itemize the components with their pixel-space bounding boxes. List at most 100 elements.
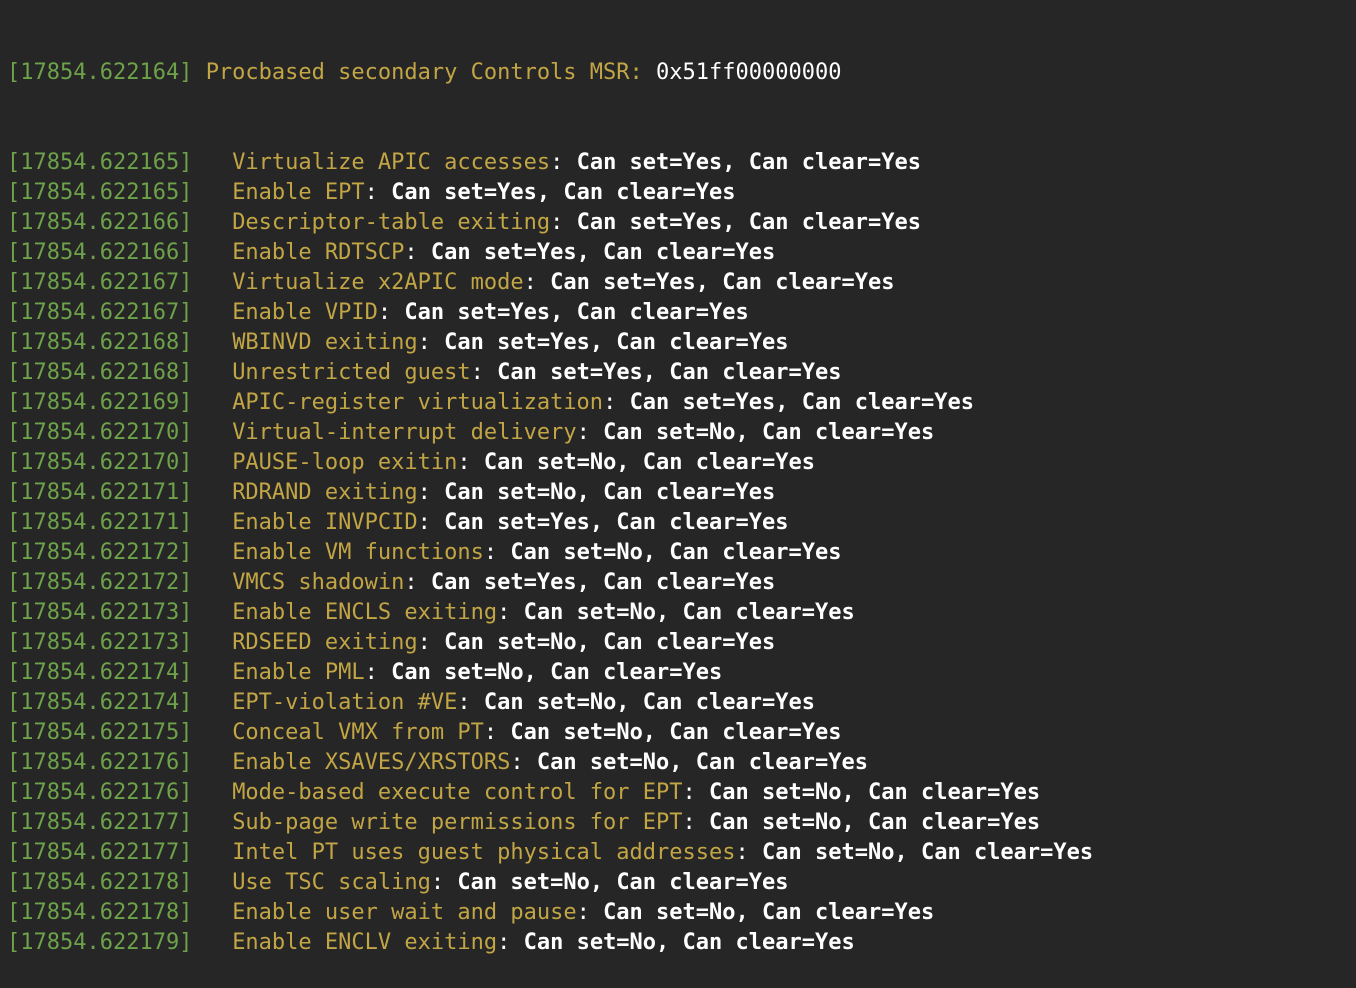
log-timestamp: [17854.622175]: [7, 720, 193, 745]
control-capabilities: Can set=No, Can clear=Yes: [536, 750, 868, 775]
log-line: [17854.622178] Enable user wait and paus…: [7, 898, 1347, 928]
control-capabilities: Can set=No, Can clear=Yes: [391, 660, 723, 685]
control-name: Enable XSAVES/XRSTORS: [232, 750, 511, 775]
control-capabilities: Can set=No, Can clear=Yes: [523, 930, 855, 955]
separator: :: [550, 150, 577, 175]
control-capabilities: Can set=Yes, Can clear=Yes: [391, 180, 736, 205]
log-line: [17854.622170] PAUSE-loop exitin: Can se…: [7, 448, 1347, 478]
control-name: Intel PT uses guest physical addresses: [232, 840, 736, 865]
separator: :: [497, 930, 524, 955]
separator: :: [404, 570, 431, 595]
control-capabilities: Can set=Yes, Can clear=Yes: [576, 150, 921, 175]
log-line: [17854.622173] RDSEED exiting: Can set=N…: [7, 628, 1347, 658]
control-capabilities: Can set=No, Can clear=Yes: [709, 810, 1041, 835]
separator: :: [404, 240, 431, 265]
log-line: [17854.622176] Mode-based execute contro…: [7, 778, 1347, 808]
control-name: Use TSC scaling: [232, 870, 431, 895]
separator: :: [457, 690, 484, 715]
log-line: [17854.622176] Enable XSAVES/XRSTORS: Ca…: [7, 748, 1347, 778]
log-timestamp: [17854.622166]: [7, 240, 193, 265]
separator: :: [377, 300, 405, 325]
log-line: [17854.622177] Intel PT uses guest physi…: [7, 838, 1347, 868]
control-name: Enable user wait and pause: [232, 900, 577, 925]
separator: :: [457, 450, 484, 475]
control-name: VMCS shadowin: [232, 570, 405, 595]
control-capabilities: Can set=Yes, Can clear=Yes: [576, 210, 921, 235]
control-name: Sub-page write permissions for EPT: [232, 810, 683, 835]
log-timestamp: [17854.622170]: [7, 420, 193, 445]
control-capabilities: Can set=No, Can clear=Yes: [510, 540, 842, 565]
log-line: [17854.622167] Virtualize x2APIC mode: C…: [7, 268, 1347, 298]
log-line: [17854.622166] Enable RDTSCP: Can set=Ye…: [7, 238, 1347, 268]
log-line: [17854.622170] Virtual-interrupt deliver…: [7, 418, 1347, 448]
separator: :: [483, 540, 511, 565]
control-name: EPT-violation #VE: [232, 690, 458, 715]
msr-value: 0x51ff00000000: [656, 60, 842, 85]
control-capabilities: Can set=No, Can clear=Yes: [603, 420, 935, 445]
control-capabilities: Can set=Yes, Can clear=Yes: [430, 570, 776, 595]
control-capabilities: Can set=No, Can clear=Yes: [444, 480, 776, 505]
log-timestamp: [17854.622172]: [7, 570, 193, 595]
log-line: [17854.622175] Conceal VMX from PT: Can …: [7, 718, 1347, 748]
log-timestamp: [17854.622168]: [7, 360, 193, 385]
log-timestamp: [17854.622174]: [7, 690, 193, 715]
control-capabilities: Can set=Yes, Can clear=Yes: [497, 360, 842, 385]
separator: :: [735, 840, 763, 865]
separator: :: [576, 900, 604, 925]
separator: :: [364, 660, 392, 685]
control-name: Conceal VMX from PT: [232, 720, 484, 745]
control-capabilities: Can set=No, Can clear=Yes: [709, 780, 1041, 805]
control-capabilities: Can set=Yes, Can clear=Yes: [444, 510, 789, 535]
log-line: [17854.622174] EPT-violation #VE: Can se…: [7, 688, 1347, 718]
control-capabilities: Can set=Yes, Can clear=Yes: [430, 240, 776, 265]
control-name: Enable INVPCID: [232, 510, 418, 535]
control-name: RDSEED exiting: [232, 630, 418, 655]
log-line: [17854.622168] WBINVD exiting: Can set=Y…: [7, 328, 1347, 358]
terminal-output: [17854.622164] Procbased secondary Contr…: [7, 0, 1347, 988]
separator: :: [417, 480, 445, 505]
control-name: WBINVD exiting: [232, 330, 418, 355]
log-lines: [17854.622165] Virtualize APIC accesses:…: [7, 148, 1347, 958]
separator: :: [417, 630, 445, 655]
separator: :: [483, 720, 511, 745]
log-timestamp: [17854.622167]: [7, 270, 193, 295]
separator: :: [417, 510, 445, 535]
control-name: Virtual-interrupt delivery: [232, 420, 577, 445]
control-capabilities: Can set=Yes, Can clear=Yes: [550, 270, 895, 295]
log-line: [17854.622172] Enable VM functions: Can …: [7, 538, 1347, 568]
control-name: Enable VPID: [232, 300, 378, 325]
control-name: Unrestricted guest: [232, 360, 471, 385]
control-capabilities: Can set=Yes, Can clear=Yes: [629, 390, 974, 415]
control-name: Virtualize x2APIC mode: [232, 270, 524, 295]
separator: :: [682, 810, 710, 835]
separator: :: [430, 870, 458, 895]
log-line: [17854.622168] Unrestricted guest: Can s…: [7, 358, 1347, 388]
control-name: RDRAND exiting: [232, 480, 418, 505]
log-timestamp: [17854.622168]: [7, 330, 193, 355]
log-timestamp: [17854.622177]: [7, 810, 193, 835]
control-name: Enable PML: [232, 660, 365, 685]
control-capabilities: Can set=No, Can clear=Yes: [603, 900, 935, 925]
separator: :: [603, 390, 630, 415]
control-name: PAUSE-loop exitin: [232, 450, 458, 475]
separator: :: [576, 420, 604, 445]
control-capabilities: Can set=No, Can clear=Yes: [762, 840, 1094, 865]
separator: :: [550, 210, 577, 235]
control-capabilities: Can set=No, Can clear=Yes: [510, 720, 842, 745]
control-name: Virtualize APIC accesses: [232, 150, 551, 175]
log-timestamp: [17854.622173]: [7, 630, 193, 655]
log-line: [17854.622165] Virtualize APIC accesses:…: [7, 148, 1347, 178]
separator: :: [682, 780, 710, 805]
control-capabilities: Can set=No, Can clear=Yes: [523, 600, 855, 625]
separator: :: [497, 600, 524, 625]
control-capabilities: Can set=No, Can clear=Yes: [457, 870, 789, 895]
log-timestamp: [17854.622171]: [7, 510, 193, 535]
control-capabilities: Can set=No, Can clear=Yes: [444, 630, 776, 655]
log-timestamp: [17854.622176]: [7, 750, 193, 775]
separator: :: [364, 180, 392, 205]
log-line: [17854.622178] Use TSC scaling: Can set=…: [7, 868, 1347, 898]
control-name: Enable EPT: [232, 180, 365, 205]
separator: :: [417, 330, 445, 355]
log-line: [17854.622167] Enable VPID: Can set=Yes,…: [7, 298, 1347, 328]
log-timestamp: [17854.622165]: [7, 180, 193, 205]
